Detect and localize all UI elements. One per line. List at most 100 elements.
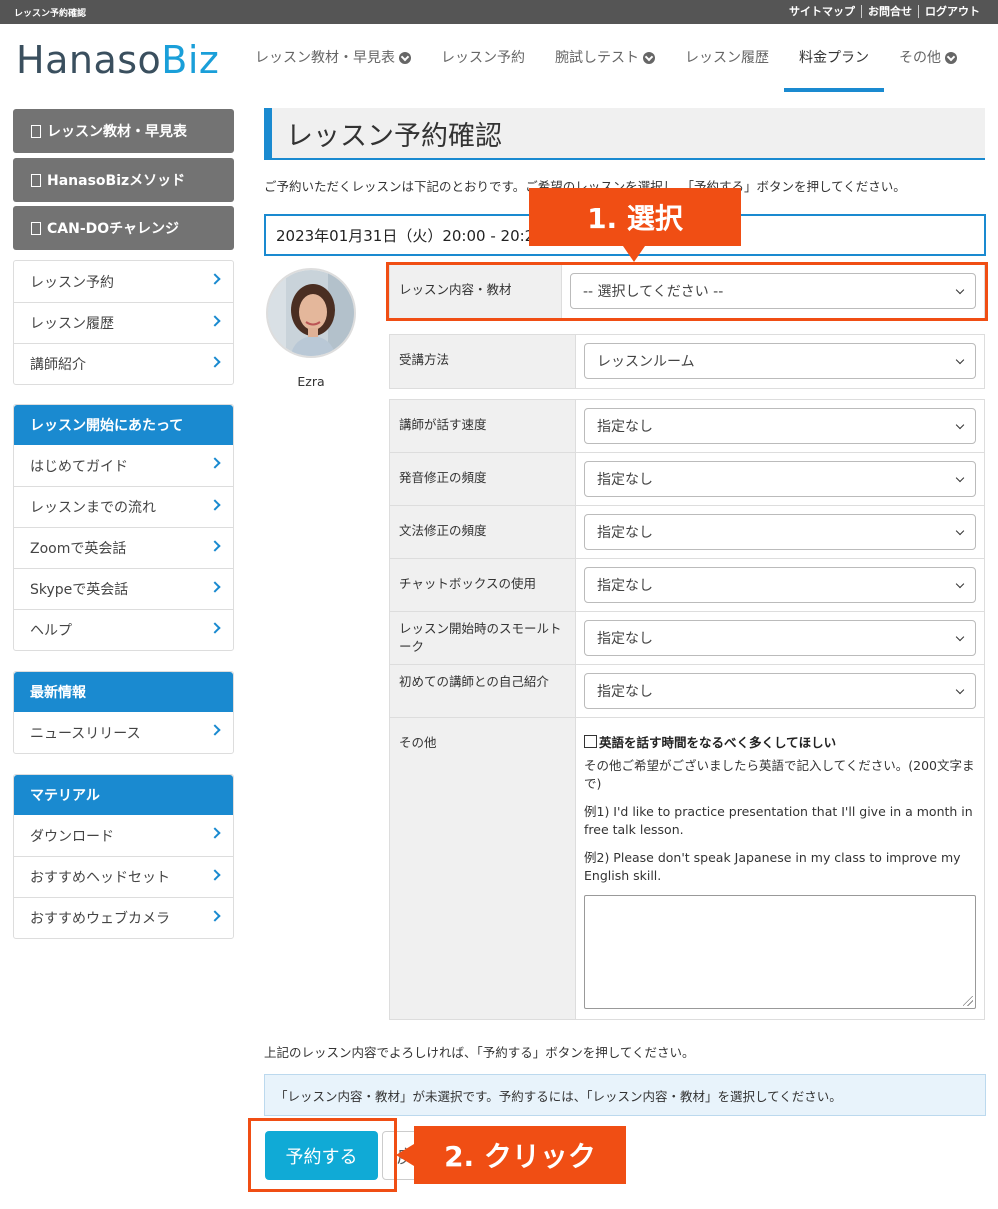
annotation-step2: 2. クリック [396,1126,626,1184]
sidebar-item-download[interactable]: ダウンロード [14,815,233,856]
document-icon [31,124,41,138]
top-links: サイトマップ お問合せ ログアウト [783,5,986,18]
self-intro-select[interactable]: 指定なし [584,673,976,709]
top-bar-page-title: レッスン予約確認 [14,9,87,19]
sidebar-item-label: レッスン予約 [30,274,114,291]
nav-test-label: 腕試しテスト [555,50,639,66]
sidebar-item-guide[interactable]: はじめてガイド [14,445,233,486]
chevron-right-icon [209,273,221,285]
small-talk-select[interactable]: 指定なし [584,620,976,656]
sidebar-item-webcam[interactable]: おすすめウェブカメラ [14,897,233,938]
grammar-label: 文法修正の頻度 [389,505,576,559]
teacher-name: Ezra [297,374,325,389]
sidebar-button-materials[interactable]: レッスン教材・早見表 [13,109,234,153]
nav-other[interactable]: その他 [884,24,972,92]
other-note: その他ご希望がございましたら英語で記入してください。(200文字まで) [584,758,975,791]
sidebar-item-teachers[interactable]: 講師紹介 [14,343,233,384]
more-speaking-option[interactable]: 英語を話す時間をなるべく多くしてほしい [584,732,976,751]
nav-pricing[interactable]: 料金プラン [784,24,884,92]
sidebar-button-label: CAN-DOチャレンジ [47,221,180,237]
sidebar-item-label: ヘルプ [30,623,72,639]
sidebar-group-material: マテリアル ダウンロード おすすめヘッドセット おすすめウェブカメラ [13,774,234,939]
example-1: 例1) I'd like to practice presentation th… [584,804,973,837]
sidebar-item-label: ニュースリリース [30,725,141,742]
nav-pricing-label: 料金プラン [799,50,869,66]
chevron-down-icon [945,52,957,64]
teacher-photo-icon [268,270,354,356]
sidebar-item-label: 講師紹介 [30,357,86,373]
sidebar-item-label: おすすめウェブカメラ [30,911,170,927]
chevron-right-icon [209,724,221,736]
other-label: その他 [389,717,576,1020]
sidebar-item-label: レッスン履歴 [30,316,114,332]
chevron-right-icon [209,315,221,327]
sidebar-item-label: レッスンまでの流れ [30,500,156,516]
sidebar-button-label: レッスン教材・早見表 [47,124,187,140]
sidebar-item-headset[interactable]: おすすめヘッドセット [14,856,233,897]
teacher-avatar [266,268,356,358]
other-request-textarea[interactable] [584,895,976,1009]
document-icon [31,221,41,235]
top-bar: レッスン予約確認 サイトマップ お問合せ ログアウト [0,0,998,24]
chevron-right-icon [209,869,221,881]
chatbox-label: チャットボックスの使用 [389,558,576,612]
sidebar-item-zoom[interactable]: Zoomで英会話 [14,527,233,568]
chatbox-select[interactable]: 指定なし [584,567,976,603]
logo-text-hanaso: Hanaso [16,38,162,82]
sidebar-item-history[interactable]: レッスン履歴 [14,302,233,343]
sidebar-group-heading: マテリアル [14,775,233,815]
chevron-down-icon [643,52,655,64]
lesson-method-label: 受講方法 [389,334,576,389]
sidebar-item-label: Skypeで英会話 [30,582,129,598]
sitemap-link[interactable]: サイトマップ [783,5,861,18]
sidebar-group-news: 最新情報 ニュースリリース [13,671,234,754]
sidebar-item-flow[interactable]: レッスンまでの流れ [14,486,233,527]
lesson-method-select[interactable]: レッスンルーム [584,343,976,379]
chevron-right-icon [209,827,221,839]
more-speaking-checkbox[interactable] [584,735,597,748]
nav-other-label: その他 [899,50,941,66]
sidebar-item-help[interactable]: ヘルプ [14,609,233,650]
nav-materials[interactable]: レッスン教材・早見表 [240,24,426,92]
sidebar-group-heading: 最新情報 [14,672,233,712]
pronunciation-label: 発音修正の頻度 [389,452,576,506]
contact-link[interactable]: お問合せ [861,5,918,18]
pronunciation-select[interactable]: 指定なし [584,461,976,497]
sidebar-item-label: Zoomで英会話 [30,541,127,557]
speed-label: 講師が話す速度 [389,399,576,453]
nav-reserve[interactable]: レッスン予約 [426,24,540,92]
chevron-right-icon [209,499,221,511]
sidebar-group-lessons: レッスン予約 レッスン履歴 講師紹介 [13,260,234,385]
chevron-right-icon [209,457,221,469]
grammar-select[interactable]: 指定なし [584,514,976,550]
example-2: 例2) Please don't speak Japanese in my cl… [584,850,961,883]
sidebar-item-label: ダウンロード [30,828,114,845]
nav-test[interactable]: 腕試しテスト [540,24,670,92]
self-intro-label: 初めての講師との自己紹介 [389,664,576,718]
chevron-right-icon [209,356,221,368]
sidebar-button-cando[interactable]: CAN-DOチャレンジ [13,206,234,250]
sidebar-item-reserve[interactable]: レッスン予約 [14,261,233,302]
speed-select[interactable]: 指定なし [584,408,976,444]
logout-link[interactable]: ログアウト [918,5,986,18]
nav-history-label: レッスン履歴 [685,50,769,66]
sidebar-item-news[interactable]: ニュースリリース [14,712,233,753]
lesson-options-table: 講師が話す速度 指定なし 発音修正の頻度 指定なし 文法修正の頻度 指定なし チ… [389,399,985,1020]
sidebar-group-getting-started: レッスン開始にあたって はじめてガイド レッスンまでの流れ Zoomで英会話 S… [13,404,234,651]
document-icon [31,173,41,187]
nav-history[interactable]: レッスン履歴 [670,24,784,92]
more-speaking-label: 英語を話す時間をなるべく多くしてほしい [599,735,837,750]
lesson-method-table: 受講方法 レッスンルーム [389,334,985,389]
chevron-right-icon [209,581,221,593]
logo-text-biz: Biz [161,38,220,82]
sidebar-item-label: はじめてガイド [30,458,128,475]
sidebar-group-heading: レッスン開始にあたって [14,405,233,445]
highlight-frame-select [386,262,988,321]
sidebar-button-method[interactable]: HanasoBizメソッド [13,158,234,202]
unselected-warning: 「レッスン内容・教材」が未選択です。予約するには、「レッスン内容・教材」を選択し… [264,1074,986,1116]
site-logo[interactable]: HanasoBiz [16,38,219,82]
chevron-right-icon [209,540,221,552]
sidebar-item-skype[interactable]: Skypeで英会話 [14,568,233,609]
sidebar-item-label: おすすめヘッドセット [30,870,170,886]
main-nav: レッスン教材・早見表 レッスン予約 腕試しテスト レッスン履歴 料金プラン その… [240,24,972,92]
